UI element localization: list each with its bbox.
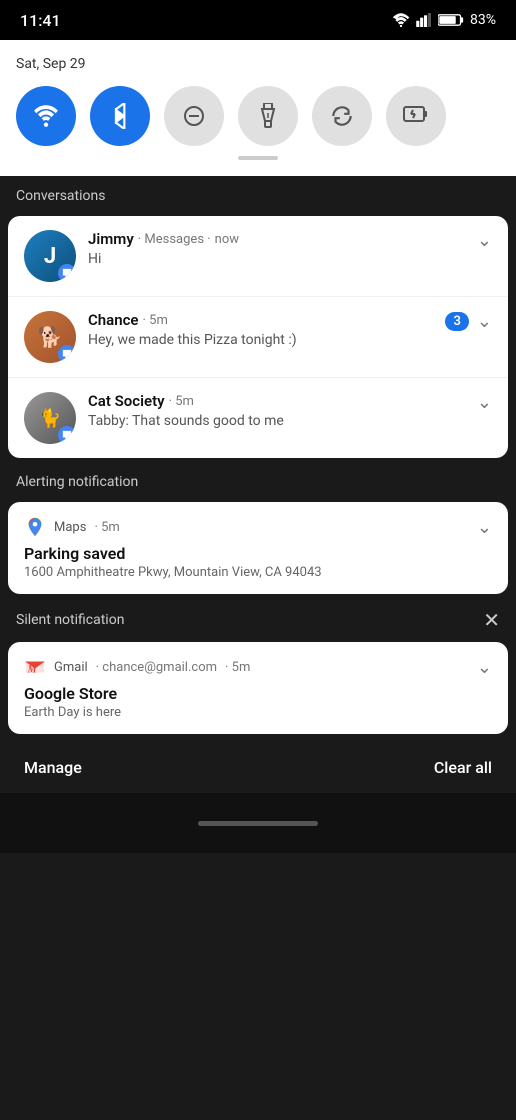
maps-notif: Maps · 5m ⌄ Parking saved 1600 Amphithea… — [8, 502, 508, 594]
list-item[interactable]: J Jimmy · Messages · now Hi ⌄ — [8, 216, 508, 296]
notif-message: Hey, we made this Pizza tonight :) — [88, 332, 433, 348]
gmail-app-name: Gmail — [54, 660, 88, 675]
notif-time: now — [215, 232, 239, 247]
conversations-card: J Jimmy · Messages · now Hi ⌄ 🐕 — [8, 216, 508, 458]
gmail-notification-card[interactable]: M Gmail · chance@gmail.com · 5m ⌄ Google… — [8, 642, 508, 734]
manage-button[interactable]: Manage — [24, 758, 82, 777]
gmail-email: · chance@gmail.com — [96, 660, 217, 675]
chevron-down-icon[interactable]: ⌄ — [477, 517, 492, 538]
bluetooth-toggle[interactable] — [90, 86, 150, 146]
maps-header: Maps · 5m ⌄ — [24, 516, 492, 538]
notif-actions: ⌄ — [477, 392, 492, 413]
message-app-badge — [58, 426, 76, 444]
dnd-toggle[interactable] — [164, 86, 224, 146]
list-item[interactable]: 🐕 Chance · 5m Hey, we made this Pizza to… — [8, 296, 508, 377]
wifi-status-icon — [392, 13, 410, 27]
alerting-label: Alerting notification — [16, 474, 138, 490]
conversations-label: Conversations — [16, 188, 105, 204]
quick-settings-panel: Sat, Sep 29 — [0, 40, 516, 176]
home-indicator-area — [0, 793, 516, 853]
conversations-section-label: Conversations — [0, 176, 516, 212]
message-app-badge — [58, 264, 76, 282]
gmail-header: M Gmail · chance@gmail.com · 5m ⌄ — [24, 656, 492, 678]
maps-notification-card[interactable]: Maps · 5m ⌄ Parking saved 1600 Amphithea… — [8, 502, 508, 594]
gmail-notif: M Gmail · chance@gmail.com · 5m ⌄ Google… — [8, 642, 508, 734]
maps-icon — [24, 516, 46, 538]
notif-actions: 3 ⌄ — [445, 311, 492, 332]
message-app-badge — [58, 345, 76, 363]
quick-toggles — [16, 86, 500, 146]
alerting-section-label: Alerting notification — [0, 462, 516, 498]
battery-status-icon — [438, 13, 464, 27]
gmail-icon: M — [24, 656, 46, 678]
list-item[interactable]: 🐈 Cat Society · 5m Tabby: That sounds go… — [8, 377, 508, 458]
notif-time: · 5m — [169, 394, 194, 409]
notif-content: Chance · 5m Hey, we made this Pizza toni… — [88, 311, 433, 348]
gmail-time: · 5m — [225, 660, 250, 675]
bottom-bar: Manage Clear all — [0, 742, 516, 793]
chevron-down-icon[interactable]: ⌄ — [477, 311, 492, 332]
notif-message: Tabby: That sounds good to me — [88, 413, 465, 429]
maps-time: · 5m — [94, 520, 119, 535]
avatar: 🐈 — [24, 392, 76, 444]
notif-header: Jimmy · Messages · now — [88, 230, 465, 248]
unread-badge: 3 — [445, 312, 468, 331]
svg-text:M: M — [27, 665, 38, 676]
maps-notification-title: Parking saved — [24, 544, 492, 563]
wifi-toggle[interactable] — [16, 86, 76, 146]
notif-actions: ⌄ — [477, 230, 492, 251]
sender-name: Chance — [88, 311, 139, 329]
sender-name: Cat Society — [88, 392, 165, 410]
notif-header: Chance · 5m — [88, 311, 433, 329]
notif-content: Jimmy · Messages · now Hi — [88, 230, 465, 267]
battery-saver-toggle[interactable] — [386, 86, 446, 146]
avatar: 🐕 — [24, 311, 76, 363]
rotate-toggle[interactable] — [312, 86, 372, 146]
chevron-down-icon[interactable]: ⌄ — [477, 657, 492, 678]
sender-name: Jimmy — [88, 230, 134, 248]
notif-message: Hi — [88, 251, 465, 267]
gmail-notification-message: Earth Day is here — [24, 705, 492, 720]
battery-percent: 83% — [470, 12, 496, 28]
chevron-down-icon[interactable]: ⌄ — [477, 392, 492, 413]
maps-app-name: Maps — [54, 520, 86, 535]
close-icon[interactable]: ✕ — [483, 610, 500, 630]
maps-notification-address: 1600 Amphitheatre Pkwy, Mountain View, C… — [24, 565, 492, 580]
notif-content: Cat Society · 5m Tabby: That sounds good… — [88, 392, 465, 429]
notif-time: · 5m — [143, 313, 168, 328]
drag-handle[interactable] — [238, 156, 278, 160]
notif-app: · Messages · — [138, 232, 211, 247]
status-icons: 83% — [392, 12, 496, 28]
avatar: J — [24, 230, 76, 282]
date-label: Sat, Sep 29 — [16, 56, 500, 72]
silent-label: Silent notification — [16, 612, 124, 628]
clear-all-button[interactable]: Clear all — [434, 758, 492, 777]
gmail-notification-title: Google Store — [24, 684, 492, 703]
flashlight-toggle[interactable] — [238, 86, 298, 146]
home-indicator[interactable] — [198, 821, 318, 826]
notif-header: Cat Society · 5m — [88, 392, 465, 410]
status-time: 11:41 — [20, 11, 61, 30]
signal-status-icon — [416, 13, 432, 27]
silent-section-label: Silent notification ✕ — [0, 598, 516, 638]
chevron-down-icon[interactable]: ⌄ — [477, 230, 492, 251]
status-bar: 11:41 83% — [0, 0, 516, 40]
